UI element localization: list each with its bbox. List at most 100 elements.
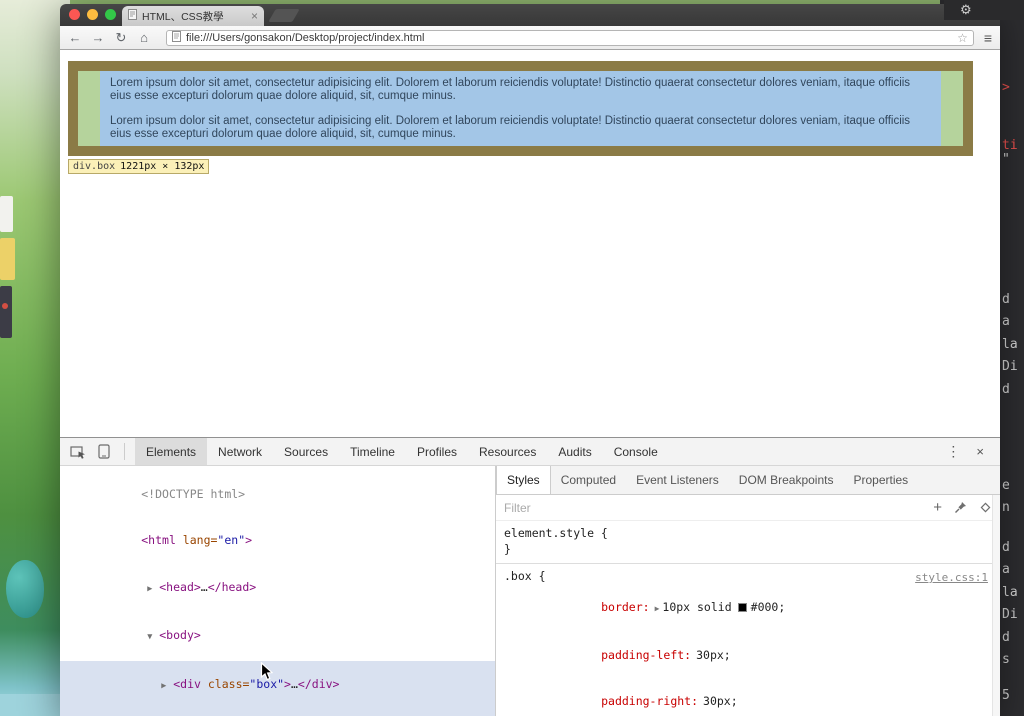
- editor-code-fragment: ": [1002, 152, 1010, 167]
- device-toolbar-icon[interactable]: [94, 438, 114, 465]
- devtools-menu-icon[interactable]: ⋮: [936, 438, 970, 465]
- inspected-div-box: Lorem ipsum dolor sit amet, consectetur …: [68, 61, 973, 156]
- dom-doctype: <!DOCTYPE html>: [141, 486, 246, 501]
- content-highlight: Lorem ipsum dolor sit amet, consectetur …: [100, 71, 941, 146]
- dom-html-open[interactable]: <html lang="en">: [60, 518, 495, 565]
- window-zoom-button[interactable]: [105, 9, 116, 20]
- color-swatch[interactable]: [737, 603, 747, 612]
- dom-head[interactable]: ▶ <head>…</head>: [60, 564, 495, 613]
- editor-code-fragment: s: [1002, 652, 1010, 667]
- editor-code-fragment: n: [1002, 500, 1010, 515]
- filter-input[interactable]: Filter: [504, 501, 921, 515]
- desktop-sticky-note: [0, 238, 15, 280]
- dom-div-box[interactable]: ▶ <div class="box">…</div>: [60, 661, 495, 716]
- tab-network[interactable]: Network: [207, 438, 273, 465]
- desktop-red-dot: [2, 303, 8, 309]
- home-button[interactable]: ⌂: [137, 30, 151, 45]
- tab-sources[interactable]: Sources: [273, 438, 339, 465]
- lorem-paragraph: Lorem ipsum dolor sit amet, consectetur …: [110, 77, 911, 102]
- tab-properties[interactable]: Properties: [843, 466, 918, 494]
- editor-code-fragment: a: [1002, 314, 1010, 329]
- editor-code-fragment: d: [1002, 292, 1010, 307]
- devtools-tabs: Elements Network Sources Timeline Profil…: [135, 438, 669, 465]
- tab-dom-breakpoints[interactable]: DOM Breakpoints: [729, 466, 844, 494]
- menubar-corner: ⚙: [944, 0, 1024, 20]
- styles-tabs: Styles Computed Event Listeners DOM Brea…: [496, 466, 1000, 495]
- page-content: Lorem ipsum dolor sit amet, consectetur …: [60, 50, 1000, 437]
- inspect-element-icon[interactable]: [68, 438, 88, 465]
- tab-resources[interactable]: Resources: [468, 438, 547, 465]
- editor-code-fragment: >: [1002, 80, 1010, 95]
- new-tab-button[interactable]: [268, 9, 300, 22]
- dom-body-open[interactable]: ▼ <body>: [60, 613, 495, 662]
- tab-bar: HTML、CSS教學 ×: [60, 4, 1000, 26]
- url-text: file:///Users/gonsakon/Desktop/project/i…: [186, 31, 425, 44]
- tab-timeline[interactable]: Timeline: [339, 438, 406, 465]
- stylesheet-link[interactable]: style.css:1: [915, 570, 988, 586]
- back-button[interactable]: ←: [68, 30, 82, 45]
- browser-window: HTML、CSS教學 × ← → ↻ ⌂ file:///Users/gonsa…: [60, 4, 1000, 716]
- elements-tree: <!DOCTYPE html> <html lang="en"> ▶ <head>…: [60, 466, 496, 716]
- tab-audits[interactable]: Audits: [547, 438, 602, 465]
- tab-title: HTML、CSS教學: [142, 10, 224, 23]
- editor-code-fragment: d: [1002, 540, 1010, 555]
- tooltip-dimensions: 1221px × 132px: [120, 161, 205, 172]
- devtools-toolbar: Elements Network Sources Timeline Profil…: [60, 438, 1000, 466]
- css-property-padding-right[interactable]: padding-right: 30px;: [504, 679, 992, 716]
- styles-sidebar: Styles Computed Event Listeners DOM Brea…: [496, 466, 1000, 716]
- expand-arrow-icon[interactable]: ▶: [147, 582, 159, 598]
- address-bar[interactable]: file:///Users/gonsakon/Desktop/project/i…: [166, 29, 974, 47]
- window-minimize-button[interactable]: [87, 9, 98, 20]
- editor-code-fragment: d: [1002, 382, 1010, 397]
- padding-highlight-right: [941, 71, 963, 146]
- editor-code-fragment: 5: [1002, 688, 1010, 703]
- editor-code-fragment: e: [1002, 478, 1010, 493]
- editor-code-fragment: la: [1002, 585, 1018, 600]
- tab-profiles[interactable]: Profiles: [406, 438, 468, 465]
- tab-computed[interactable]: Computed: [551, 466, 626, 494]
- editor-code-fragment: a: [1002, 562, 1010, 577]
- pin-icon[interactable]: [954, 501, 967, 514]
- editor-code-fragment: la: [1002, 337, 1018, 352]
- editor-code-fragment: d: [1002, 630, 1010, 645]
- mouse-cursor-icon: [260, 662, 273, 681]
- desktop-object: [0, 286, 12, 338]
- collapse-arrow-icon[interactable]: ▼: [147, 630, 159, 646]
- wallpaper-balloon: [6, 560, 44, 618]
- new-style-rule-icon[interactable]: +: [933, 500, 942, 515]
- browser-tab[interactable]: HTML、CSS教學 ×: [122, 6, 264, 26]
- forward-button[interactable]: →: [91, 30, 105, 45]
- devtools-close-icon[interactable]: ×: [970, 438, 990, 465]
- reload-button[interactable]: ↻: [114, 30, 128, 46]
- window-close-button[interactable]: [69, 9, 80, 20]
- scrollbar[interactable]: [992, 495, 1000, 716]
- styles-filter-row: Filter +: [496, 495, 1000, 521]
- tooltip-selector: div.box: [73, 161, 116, 172]
- tab-elements[interactable]: Elements: [135, 438, 208, 465]
- tab-event-listeners[interactable]: Event Listeners: [626, 466, 729, 494]
- desktop-photo: [0, 196, 13, 232]
- css-property-border[interactable]: border: ▶ 10px solid #000;: [504, 585, 992, 633]
- editor-code-fragment: ti: [1002, 138, 1018, 153]
- padding-highlight-left: [78, 71, 100, 146]
- expand-shorthand-icon[interactable]: ▶: [655, 604, 660, 613]
- tab-styles[interactable]: Styles: [496, 466, 551, 494]
- tab-close-icon[interactable]: ×: [251, 10, 258, 22]
- css-property-padding-left[interactable]: padding-left: 30px;: [504, 632, 992, 679]
- devtools-panel: Elements Network Sources Timeline Profil…: [60, 437, 1000, 716]
- settings-gear-icon: ⚙: [960, 2, 972, 17]
- bookmark-star-icon[interactable]: ☆: [957, 31, 968, 45]
- tab-console[interactable]: Console: [603, 438, 669, 465]
- element-state-icon[interactable]: [979, 501, 992, 514]
- lorem-paragraph: Lorem ipsum dolor sit amet, consectetur …: [110, 115, 911, 140]
- browser-toolbar: ← → ↻ ⌂ file:///Users/gonsakon/Desktop/p…: [60, 26, 1000, 50]
- chrome-menu-icon[interactable]: ≡: [984, 30, 992, 46]
- toolbar-divider: [124, 443, 125, 460]
- editor-code-fragment: Di: [1002, 359, 1018, 374]
- rule-element-style[interactable]: element.style { }: [496, 521, 1000, 564]
- tab-favicon-icon: [128, 7, 137, 25]
- rule-box[interactable]: style.css:1 .box { border: ▶ 10px solid #00…: [496, 564, 1000, 716]
- expand-arrow-icon[interactable]: ▶: [161, 679, 173, 695]
- editor-code-fragment: Di: [1002, 607, 1018, 622]
- page-icon: [172, 29, 181, 47]
